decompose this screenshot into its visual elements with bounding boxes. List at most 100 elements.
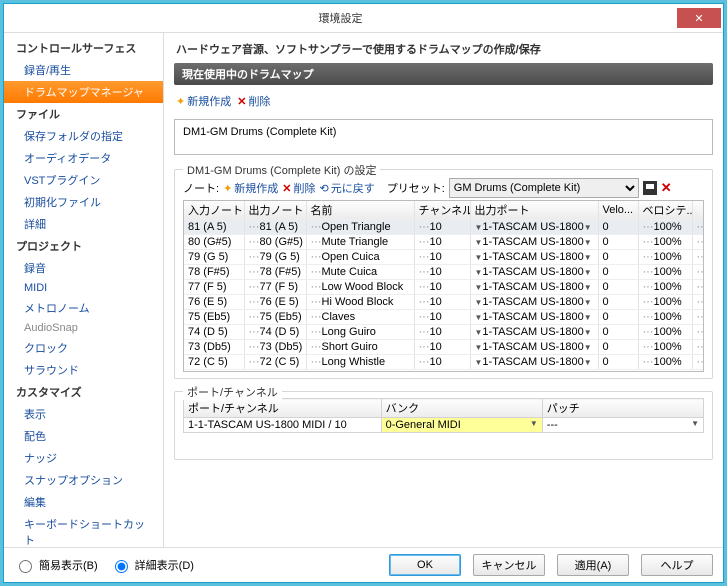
cell[interactable]: ··· bbox=[692, 250, 704, 265]
help-button[interactable]: ヘルプ bbox=[641, 554, 713, 576]
cell[interactable]: ···10 bbox=[414, 295, 470, 310]
port-channel-table[interactable]: ポート/チャンネル バンク パッチ 1-1-TASCAM US-1800 MID… bbox=[183, 398, 704, 433]
new-drummap-button[interactable]: ✦ 新規作成 bbox=[176, 93, 231, 109]
cell[interactable]: 77 (F 5) bbox=[184, 280, 244, 295]
column-header[interactable]: 出力ポート bbox=[470, 201, 598, 220]
cell[interactable]: ··· bbox=[692, 310, 704, 325]
cell[interactable]: ··· bbox=[692, 265, 704, 280]
preset-select[interactable]: GM Drums (Complete Kit) bbox=[449, 178, 639, 198]
cell[interactable]: ···100% bbox=[638, 355, 692, 370]
note-new-button[interactable]: ✦ 新規作成 bbox=[223, 180, 278, 196]
undo-button[interactable]: ⟲ 元に戻す bbox=[320, 180, 375, 196]
table-row[interactable]: 78 (F#5)···78 (F#5)···Mute Cuica···10▼1-… bbox=[184, 265, 704, 280]
cell[interactable]: ···Mute Cuica bbox=[306, 265, 414, 280]
cell[interactable]: ▼1-TASCAM US-1800▼ bbox=[470, 340, 598, 355]
cell[interactable]: ···10 bbox=[414, 280, 470, 295]
sidebar-item[interactable]: サラウンド bbox=[4, 359, 163, 381]
cell[interactable]: ···Open Cuica bbox=[306, 250, 414, 265]
cell[interactable]: ···80 (G#5) bbox=[244, 235, 306, 250]
cell[interactable]: ··· bbox=[692, 280, 704, 295]
cell[interactable]: 0 bbox=[598, 280, 638, 295]
note-delete-button[interactable]: ✕ 削除 bbox=[282, 180, 315, 196]
cell[interactable]: ···100% bbox=[638, 295, 692, 310]
cell[interactable]: ···10 bbox=[414, 250, 470, 265]
cell[interactable]: ▼1-TASCAM US-1800▼ bbox=[470, 250, 598, 265]
cell[interactable]: ···100% bbox=[638, 250, 692, 265]
cell[interactable]: ···100% bbox=[638, 310, 692, 325]
cell[interactable]: ··· bbox=[692, 295, 704, 310]
cell[interactable]: ···Short Guiro bbox=[306, 340, 414, 355]
cell[interactable]: ···Hi Wood Block bbox=[306, 295, 414, 310]
cell[interactable]: ▼1-TASCAM US-1800▼ bbox=[470, 355, 598, 370]
cell[interactable]: ···81 (A 5) bbox=[244, 220, 306, 235]
cell[interactable]: 0 bbox=[598, 250, 638, 265]
table-row[interactable]: 76 (E 5)···76 (E 5)···Hi Wood Block···10… bbox=[184, 295, 704, 310]
sidebar-item[interactable]: 編集 bbox=[4, 491, 163, 513]
cell[interactable]: 0 bbox=[598, 325, 638, 340]
sidebar-item[interactable]: ナッジ bbox=[4, 447, 163, 469]
patch-cell[interactable]: --- ▼ bbox=[542, 418, 703, 433]
table-row[interactable]: 75 (Eb5)···75 (Eb5)···Claves···10▼1-TASC… bbox=[184, 310, 704, 325]
sidebar-item[interactable]: 表示 bbox=[4, 403, 163, 425]
sidebar-item[interactable]: キーボードショートカット bbox=[4, 513, 163, 547]
cell[interactable]: 0 bbox=[598, 265, 638, 280]
close-button[interactable]: ✕ bbox=[677, 8, 721, 28]
apply-button[interactable]: 適用(A) bbox=[557, 554, 629, 576]
detail-view-radio[interactable]: 詳細表示(D) bbox=[110, 557, 194, 573]
cell[interactable]: 0 bbox=[598, 295, 638, 310]
sidebar-item[interactable]: オーディオデータ bbox=[4, 147, 163, 169]
cell[interactable]: ···Open Triangle bbox=[306, 220, 414, 235]
simple-view-radio[interactable]: 簡易表示(B) bbox=[14, 557, 98, 573]
cell[interactable]: ▼1-TASCAM US-1800▼ bbox=[470, 325, 598, 340]
cell[interactable]: ··· bbox=[692, 220, 704, 235]
cell[interactable]: ···72 (C 5) bbox=[244, 355, 306, 370]
cell[interactable]: ···10 bbox=[414, 325, 470, 340]
cell[interactable]: ···100% bbox=[638, 220, 692, 235]
cell[interactable]: ▼1-TASCAM US-1800▼ bbox=[470, 235, 598, 250]
cell[interactable]: ▼1-TASCAM US-1800▼ bbox=[470, 265, 598, 280]
table-row[interactable]: 73 (Db5)···73 (Db5)···Short Guiro···10▼1… bbox=[184, 340, 704, 355]
cell[interactable]: 80 (G#5) bbox=[184, 235, 244, 250]
sidebar-item[interactable]: クロック bbox=[4, 337, 163, 359]
sidebar-item[interactable]: 初期化ファイル bbox=[4, 191, 163, 213]
cell[interactable]: 81 (A 5) bbox=[184, 220, 244, 235]
sidebar-item[interactable]: プロジェクト bbox=[4, 235, 163, 257]
pc-cell[interactable]: 1-1-TASCAM US-1800 MIDI / 10 bbox=[184, 418, 382, 433]
cell[interactable]: ▼1-TASCAM US-1800▼ bbox=[470, 220, 598, 235]
table-row[interactable]: 74 (D 5)···74 (D 5)···Long Guiro···10▼1-… bbox=[184, 325, 704, 340]
cell[interactable]: ···79 (G 5) bbox=[244, 250, 306, 265]
column-header[interactable]: 入力ノート bbox=[184, 201, 244, 220]
save-icon[interactable] bbox=[643, 181, 657, 195]
cell[interactable]: ···Claves bbox=[306, 310, 414, 325]
cell[interactable]: ···Low Wood Block bbox=[306, 280, 414, 295]
cell[interactable]: 73 (Db5) bbox=[184, 340, 244, 355]
sidebar-item[interactable]: MIDI bbox=[4, 279, 163, 297]
bank-cell[interactable]: 0-General MIDI ▼ bbox=[381, 418, 542, 433]
sidebar-item[interactable]: 保存フォルダの指定 bbox=[4, 125, 163, 147]
cell[interactable]: 0 bbox=[598, 220, 638, 235]
ok-button[interactable]: OK bbox=[389, 554, 461, 576]
table-row[interactable]: 77 (F 5)···77 (F 5)···Low Wood Block···1… bbox=[184, 280, 704, 295]
cancel-button[interactable]: キャンセル bbox=[473, 554, 545, 576]
cell[interactable]: ▼1-TASCAM US-1800▼ bbox=[470, 280, 598, 295]
sidebar-item[interactable]: カスタマイズ bbox=[4, 381, 163, 403]
cell[interactable]: ···Long Guiro bbox=[306, 325, 414, 340]
cell[interactable]: ···10 bbox=[414, 355, 470, 370]
sidebar-item[interactable]: コントロールサーフェス bbox=[4, 37, 163, 59]
cell[interactable]: ···73 (Db5) bbox=[244, 340, 306, 355]
sidebar-item[interactable]: メトロノーム bbox=[4, 297, 163, 319]
column-header[interactable]: 名前 bbox=[306, 201, 414, 220]
column-header[interactable]: 出力ノート bbox=[244, 201, 306, 220]
sidebar-item[interactable]: スナップオプション bbox=[4, 469, 163, 491]
cell[interactable]: ···10 bbox=[414, 265, 470, 280]
cell[interactable]: ···77 (F 5) bbox=[244, 280, 306, 295]
cell[interactable]: 0 bbox=[598, 235, 638, 250]
cell[interactable]: 76 (E 5) bbox=[184, 295, 244, 310]
sidebar-item[interactable]: AudioSnap bbox=[4, 319, 163, 337]
cell[interactable]: ···10 bbox=[414, 235, 470, 250]
cell[interactable]: 0 bbox=[598, 340, 638, 355]
cell[interactable]: 79 (G 5) bbox=[184, 250, 244, 265]
note-grid[interactable]: 入力ノート出力ノート名前チャンネル出力ポートVelo...ベロシテ... 81 … bbox=[184, 201, 704, 370]
cell[interactable]: ···78 (F#5) bbox=[244, 265, 306, 280]
cell[interactable]: ···74 (D 5) bbox=[244, 325, 306, 340]
